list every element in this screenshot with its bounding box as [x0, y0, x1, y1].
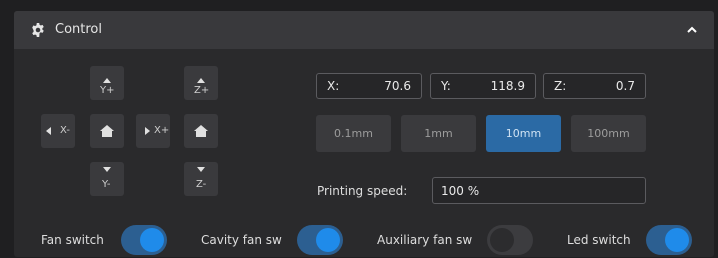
coord-x-value: 70.6 [384, 79, 411, 93]
printing-speed-label: Printing speed: [317, 184, 408, 198]
step-0.1mm-button[interactable]: 0.1mm [316, 115, 391, 152]
jog-y-minus-label: Y- [102, 179, 111, 190]
gear-icon [32, 23, 44, 37]
home-xy-button[interactable] [90, 114, 124, 148]
step-100mm-button[interactable]: 100mm [571, 115, 646, 152]
led-switch-label: Led switch [567, 233, 631, 247]
coord-y-label: Y: [441, 79, 451, 93]
auxiliary-fan-switch-label: Auxiliary fan sw [377, 233, 473, 247]
led-switch-toggle[interactable] [646, 225, 692, 255]
fan-switch-label: Fan switch [41, 233, 104, 247]
coord-z-readout: Z: 0.7 [543, 73, 646, 99]
cavity-fan-switch-label: Cavity fan sw [201, 233, 282, 247]
home-icon [194, 125, 208, 137]
jog-x-plus-label: X+ [154, 125, 170, 136]
coord-x-readout: X: 70.6 [316, 73, 422, 99]
cavity-fan-switch-toggle[interactable] [297, 225, 343, 255]
jog-z-minus-label: Z- [196, 179, 207, 190]
toggle-knob [665, 228, 689, 252]
step-1mm-button[interactable]: 1mm [401, 115, 476, 152]
toggle-knob [140, 228, 164, 252]
coord-x-label: X: [327, 79, 340, 93]
step-10mm-button[interactable]: 10mm [486, 115, 561, 152]
panel-title: Control [55, 22, 102, 37]
chevron-up-icon[interactable] [686, 24, 698, 36]
jog-y-plus-label: Y+ [100, 85, 115, 96]
fan-switch-toggle[interactable] [121, 225, 167, 255]
home-z-button[interactable] [184, 114, 218, 148]
printing-speed-input[interactable] [432, 177, 646, 204]
jog-z-plus-label: Z+ [194, 85, 210, 96]
coord-z-label: Z: [554, 79, 567, 93]
home-icon [100, 125, 114, 137]
coord-z-value: 0.7 [615, 79, 635, 93]
coord-y-value: 118.9 [490, 79, 525, 93]
auxiliary-fan-switch-toggle[interactable] [487, 225, 533, 255]
jog-x-minus-label: X- [60, 125, 70, 136]
coord-y-readout: Y: 118.9 [430, 73, 536, 99]
control-panel: Control Y+ Z+ X- X+ Y- Z- X: 70.6 Y: 118… [14, 11, 714, 257]
panel-header[interactable]: Control [14, 11, 714, 49]
toggle-knob [316, 228, 340, 252]
toggle-knob [490, 228, 514, 252]
